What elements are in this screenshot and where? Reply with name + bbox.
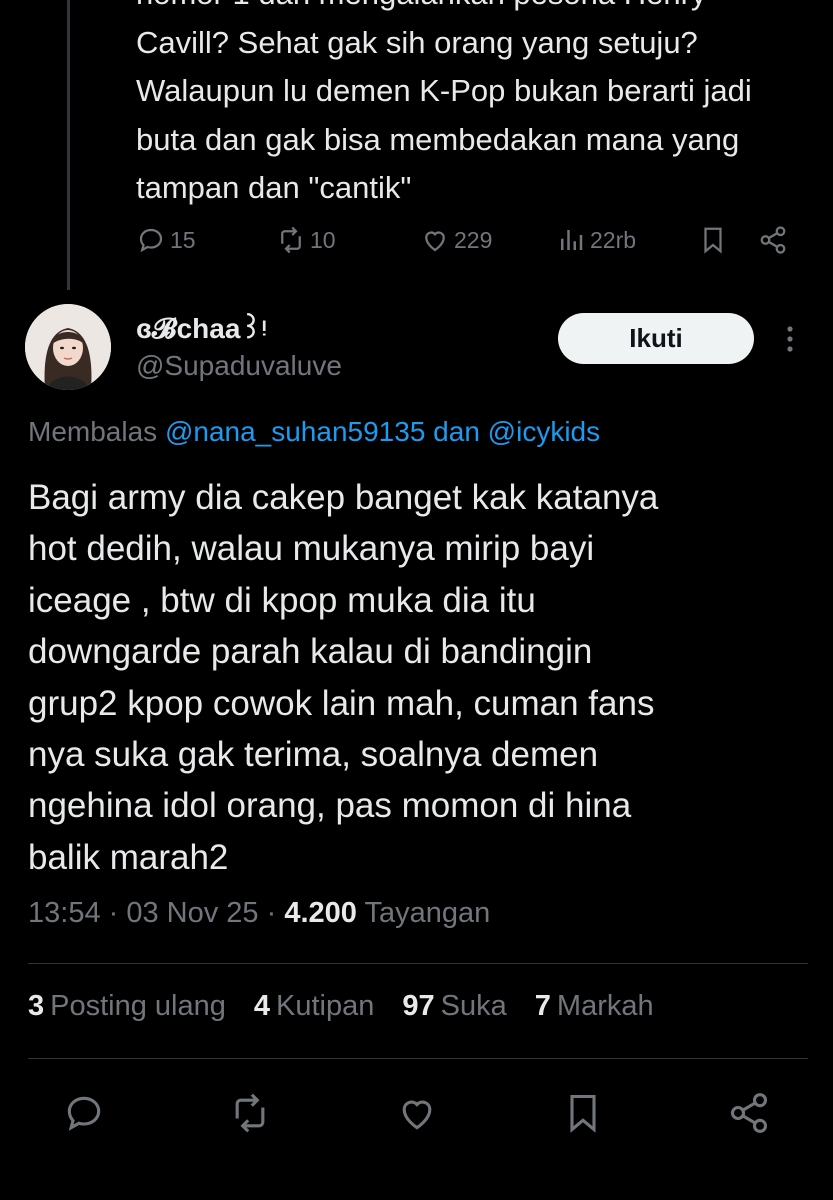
repost-button[interactable] [217,1080,283,1146]
share-icon [760,226,786,254]
replying-to: Membalas @nana_suhan59135 dan @icykids [28,416,600,448]
parent-tweet-text: nomor 1 dan mengalahkan pesona Henry Cav… [136,0,752,205]
views-icon [561,230,583,250]
display-name[interactable]: ɞ𝓑chaa꒱ᵎ [136,308,266,346]
repost-icon [235,1093,265,1133]
replying-joiner: dan [433,416,480,447]
tweet-date[interactable]: 03 Nov 25 [126,897,258,929]
like-button[interactable] [384,1080,450,1146]
parent-like-count: 229 [454,226,493,253]
user-handle[interactable]: @Supaduvaluve [136,350,342,382]
bookmarks-stat[interactable]: 7 Markah [535,990,654,1023]
like-icon [425,231,445,252]
follow-button[interactable]: Ikuti [558,313,754,364]
reply-button[interactable] [51,1080,117,1146]
parent-reply-button[interactable]: 15 [136,220,196,260]
tweet-time[interactable]: 13:54 [28,897,101,929]
avatar[interactable] [25,304,111,390]
reposts-stat[interactable]: 3 Posting ulang [28,990,226,1023]
likes-stat[interactable]: 97 Suka [402,990,506,1023]
engagement-stats: 3 Posting ulang 4 Kutipan 97 Suka 7 Markah [28,990,654,1023]
like-icon [402,1100,432,1130]
mention-link-1[interactable]: @nana_suhan59135 [165,416,425,447]
reply-icon [139,228,163,253]
bookmark-icon [704,227,722,254]
parent-repost-button[interactable]: 10 [276,220,336,260]
tweet-meta: 13:54 · 03 Nov 25 · 4.200 Tayangan [28,897,491,929]
parent-reply-count: 15 [170,226,196,253]
more-icon[interactable] [777,322,803,356]
views-count: 4.200 [284,897,357,929]
divider [28,1058,808,1059]
parent-views-count: 22rb [590,226,637,253]
replying-prefix: Membalas [28,416,158,447]
divider [28,963,808,964]
mention-link-2[interactable]: @icykids [488,416,600,447]
reply-icon [67,1096,101,1131]
parent-tweet-actions: 15 10 229 22rb [136,220,796,260]
quotes-stat[interactable]: 4 Kutipan [254,990,375,1023]
thread-connector-line [67,0,70,290]
parent-repost-count: 10 [310,226,336,253]
parent-share-button[interactable] [758,220,788,260]
parent-bookmark-button[interactable] [698,220,728,260]
avatar-photo [25,304,111,390]
bookmark-button[interactable] [550,1080,616,1146]
tweet-action-bar [28,1080,808,1146]
repost-icon [281,226,301,254]
tweet-text: Bagi army dia cakep banget kak katanya h… [28,478,659,877]
parent-like-button[interactable]: 229 [420,220,492,260]
views-label: Tayangan [364,897,491,929]
share-icon [730,1093,768,1133]
share-button[interactable] [716,1080,782,1146]
bookmark-icon [570,1094,596,1133]
parent-views-button[interactable]: 22rb [556,220,636,260]
